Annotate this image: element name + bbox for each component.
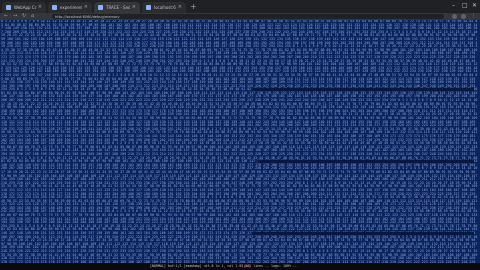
- tab-title: localhost:6060/debug: [154, 5, 176, 10]
- tab-4[interactable]: localhost:6060/debug ×: [142, 2, 186, 13]
- profile-icon[interactable]: [461, 14, 466, 19]
- minimize-icon[interactable]: –: [452, 2, 455, 10]
- browser-toolbar: ← → ↻ ⌂ http://localhost:6060/debug/memo…: [0, 13, 480, 20]
- tab-strip: WebApp Core 1 × experimental build 7 × T…: [0, 0, 480, 13]
- row-gap: [252, 88, 474, 91]
- memory-dump-view[interactable]: 0 1 2 3 4 5 6 7 8 9 10 11 12 13 14 15 16…: [0, 20, 480, 263]
- favicon-icon: [98, 5, 103, 10]
- favicon-icon: [146, 5, 151, 10]
- row-gap: [258, 160, 474, 163]
- close-icon[interactable]: ×: [84, 5, 88, 10]
- status-flag: [+]: [244, 264, 250, 268]
- home-icon[interactable]: ⌂: [31, 13, 34, 20]
- tab-title: TRACE - Session Replay: [106, 5, 130, 10]
- browser-window: WebApp Core 1 × experimental build 7 × T…: [0, 0, 480, 270]
- tab-3[interactable]: TRACE - Session Replay ×: [94, 2, 140, 13]
- url-text: http://localhost:6060/debug/memory: [55, 14, 120, 19]
- window-close-icon[interactable]: ✕: [472, 2, 477, 10]
- menu-icon[interactable]: ⋮: [471, 13, 476, 20]
- tab-1[interactable]: WebApp Core 1 ×: [2, 2, 46, 13]
- tab-title: WebApp Core 1: [14, 5, 36, 10]
- reload-icon[interactable]: ↻: [22, 13, 26, 20]
- maximize-icon[interactable]: □: [462, 2, 468, 10]
- favicon-icon: [52, 5, 57, 10]
- new-tab-icon[interactable]: +: [190, 2, 197, 11]
- tab-title: experimental build 7: [60, 5, 82, 10]
- status-bar: [NORMAL] buf:1/1 [memdump] utf-8 ln 1, c…: [0, 263, 480, 270]
- close-icon[interactable]: ×: [132, 5, 136, 10]
- back-icon[interactable]: ←: [4, 13, 8, 20]
- hex-dump-text: 0 1 2 3 4 5 6 7 8 9 10 11 12 13 14 15 16…: [1, 20, 478, 263]
- tab-2[interactable]: experimental build 7 ×: [48, 2, 92, 13]
- close-icon[interactable]: ×: [178, 5, 182, 10]
- close-icon[interactable]: ×: [38, 5, 42, 10]
- favicon-icon: [6, 5, 11, 10]
- row-gap: [252, 232, 474, 235]
- status-text: [NORMAL] buf:1/1 [memdump] utf-8 ln 1, c…: [150, 264, 297, 268]
- address-bar[interactable]: http://localhost:6060/debug/memory: [52, 14, 444, 19]
- extension-icon[interactable]: [452, 14, 457, 19]
- forward-icon[interactable]: →: [13, 13, 17, 20]
